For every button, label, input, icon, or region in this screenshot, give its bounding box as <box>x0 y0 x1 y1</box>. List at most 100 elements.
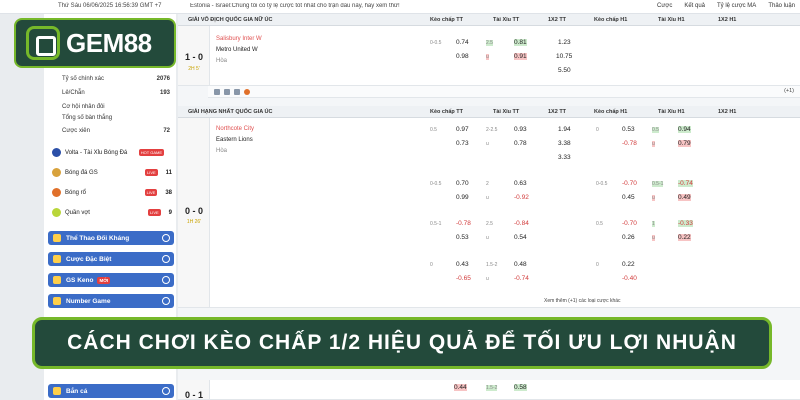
banner-title: CÁCH CHƠI KÈO CHẤP 1/2 HIỆU QUẢ ĐỂ TỐI Ư… <box>67 331 737 354</box>
under-label: u <box>486 276 489 282</box>
home-team[interactable]: Salisbury Inter W <box>216 34 262 45</box>
fish-icon <box>53 387 61 395</box>
odds-cell[interactable]: 0.45 <box>622 194 635 201</box>
odds-cell[interactable]: -0.78 <box>456 220 471 227</box>
odds-cell[interactable]: 0.53 <box>456 234 469 241</box>
sidebar-stat[interactable]: Tỷ số chính xác 2076 <box>62 76 170 82</box>
odds-type-select[interactable]: Tỷ lệ cược MA <box>714 2 759 10</box>
gem88-logo: GEM88 <box>14 18 176 68</box>
under-label: u <box>652 141 655 147</box>
odds-cell[interactable]: 0.91 <box>514 53 527 60</box>
odds-cell[interactable]: 1.94 <box>558 126 571 133</box>
odds-cell[interactable]: -0.84 <box>514 220 529 227</box>
handicap-line: 0.5-1 <box>430 221 442 227</box>
more-bets-link[interactable]: Xem thêm (+1) các loại cược khác <box>544 298 621 304</box>
odds-cell[interactable]: 0.70 <box>456 180 469 187</box>
sidebar-stat[interactable]: Lẻ/Chẵn 193 <box>62 90 170 96</box>
odds-cell[interactable]: 0.48 <box>514 261 527 268</box>
trophy-icon <box>53 255 61 263</box>
odds-cell[interactable]: -0.74 <box>514 275 529 282</box>
odds-cell[interactable]: 0.78 <box>514 140 527 147</box>
score-column: 1 - 0 2H 5' <box>178 26 210 85</box>
odds-cell[interactable]: -0.40 <box>622 275 637 282</box>
odds-cell[interactable]: 0.99 <box>456 194 469 201</box>
handicap-line: 0 <box>430 262 433 268</box>
odds-cell[interactable]: 0.49 <box>678 194 691 201</box>
odds-cell[interactable]: 0.58 <box>514 384 527 391</box>
league-header[interactable]: GIẢI VÔ ĐỊCH QUỐC GIA NỮ ÚC Kèo chấp TT … <box>178 14 800 26</box>
fire-icon[interactable] <box>244 89 250 95</box>
under-label: u <box>486 235 489 241</box>
stats-icon[interactable] <box>214 89 220 95</box>
odds-cell[interactable]: 0.94 <box>678 126 691 133</box>
sidebar-sport-volta[interactable]: Volta - Tài Xỉu Bóng Đá HOT GAME <box>52 148 172 157</box>
odds-cell[interactable]: 0.81 <box>514 39 527 46</box>
menu-fishing[interactable]: Bắn cá <box>48 384 174 398</box>
sidebar-sport-tennis[interactable]: Quần vợt LIVE 9 <box>52 208 172 217</box>
discussion-button[interactable]: Thảo luận <box>765 2 798 10</box>
new-badge: MỚI <box>97 276 111 284</box>
tv-icon[interactable] <box>234 89 240 95</box>
sidebar-sport-football[interactable]: Bóng đá GS LIVE 11 <box>52 168 172 177</box>
odds-cell[interactable]: 0.73 <box>456 140 469 147</box>
odds-cell[interactable]: 3.38 <box>558 140 571 147</box>
results-button[interactable]: Kết quả <box>681 2 708 10</box>
odds-cell[interactable]: 0.22 <box>622 261 635 268</box>
odds-cell[interactable]: 0.22 <box>678 234 691 241</box>
odds-cell[interactable]: 0.79 <box>678 140 691 147</box>
live-badge: LIVE <box>147 209 161 216</box>
odds-cell[interactable]: 0.44 <box>454 384 467 391</box>
chevron-icon <box>162 297 170 305</box>
odds-cell[interactable]: 0.26 <box>622 234 635 241</box>
away-team[interactable]: Eastern Lions <box>216 135 254 146</box>
sidebar-stat[interactable]: Cơ hội nhân đôi <box>62 104 170 110</box>
under-label: u <box>486 195 489 201</box>
sidebar-sport-basketball[interactable]: Bóng rổ LIVE 38 <box>52 188 172 197</box>
title-banner: CÁCH CHƠI KÈO CHẤP 1/2 HIỆU QUẢ ĐỂ TỐI Ư… <box>32 317 772 369</box>
odds-cell[interactable]: 0.63 <box>514 180 527 187</box>
odds-cell[interactable]: 1.23 <box>558 39 571 46</box>
total-line: 0.5-1 <box>652 181 664 187</box>
menu-gs-keno[interactable]: GS Keno MỚI <box>48 273 174 287</box>
menu-combat-sports[interactable]: Thể Thao Đối Kháng <box>48 231 174 245</box>
odds-cell[interactable]: 0.74 <box>456 39 469 46</box>
match-score: 0 - 1 <box>184 390 203 400</box>
menu-number-game[interactable]: Number Game <box>48 294 174 308</box>
logo-text: GEM88 <box>66 27 152 58</box>
total-line: 2-2.5 <box>486 127 498 133</box>
odds-cell[interactable]: 0.93 <box>514 126 527 133</box>
odds-cell[interactable]: 0.98 <box>456 53 469 60</box>
away-team[interactable]: Metro United W <box>216 45 262 56</box>
under-label: u <box>652 195 655 201</box>
odds-cell[interactable]: 0.53 <box>622 126 635 133</box>
odds-cell[interactable]: 0.54 <box>514 234 527 241</box>
under-label: u <box>486 54 489 60</box>
odds-cell[interactable]: 0.97 <box>456 126 469 133</box>
home-team[interactable]: Northcote City <box>216 124 254 135</box>
odds-cell[interactable]: -0.92 <box>514 194 529 201</box>
live-icon[interactable] <box>224 89 230 95</box>
odds-cell[interactable]: -0.33 <box>678 220 693 227</box>
odds-cell[interactable]: 5.50 <box>558 67 571 74</box>
live-badge: LIVE <box>144 189 158 196</box>
bet-button[interactable]: Cược <box>654 2 675 10</box>
odds-cell[interactable]: 3.33 <box>558 154 571 161</box>
football-icon <box>52 168 61 177</box>
chevron-icon <box>162 255 170 263</box>
odds-cell[interactable]: -0.65 <box>456 275 471 282</box>
more-count[interactable]: (+1) <box>784 88 794 94</box>
odds-cell[interactable]: 0.43 <box>456 261 469 268</box>
league-header[interactable]: GIẢI HẠNG NHẤT QUỐC GIA ÚC Kèo chấp TT T… <box>178 106 800 118</box>
odds-cell[interactable]: 10.75 <box>556 53 572 60</box>
tennis-icon <box>52 208 61 217</box>
menu-special-bets[interactable]: Cược Đặc Biệt <box>48 252 174 266</box>
sidebar-stat[interactable]: Tổng số bàn thắng <box>62 115 170 121</box>
draw-label: Hòa <box>216 58 228 64</box>
handicap-line: 0.5 <box>430 127 437 133</box>
odds-cell[interactable]: -0.78 <box>622 140 637 147</box>
odds-cell[interactable]: -0.74 <box>678 180 693 187</box>
sidebar-stat[interactable]: Cược xiên 72 <box>62 128 170 134</box>
odds-cell[interactable]: -0.70 <box>622 180 637 187</box>
odds-cell[interactable]: -0.70 <box>622 220 637 227</box>
match-icons: (+1) <box>208 86 800 98</box>
